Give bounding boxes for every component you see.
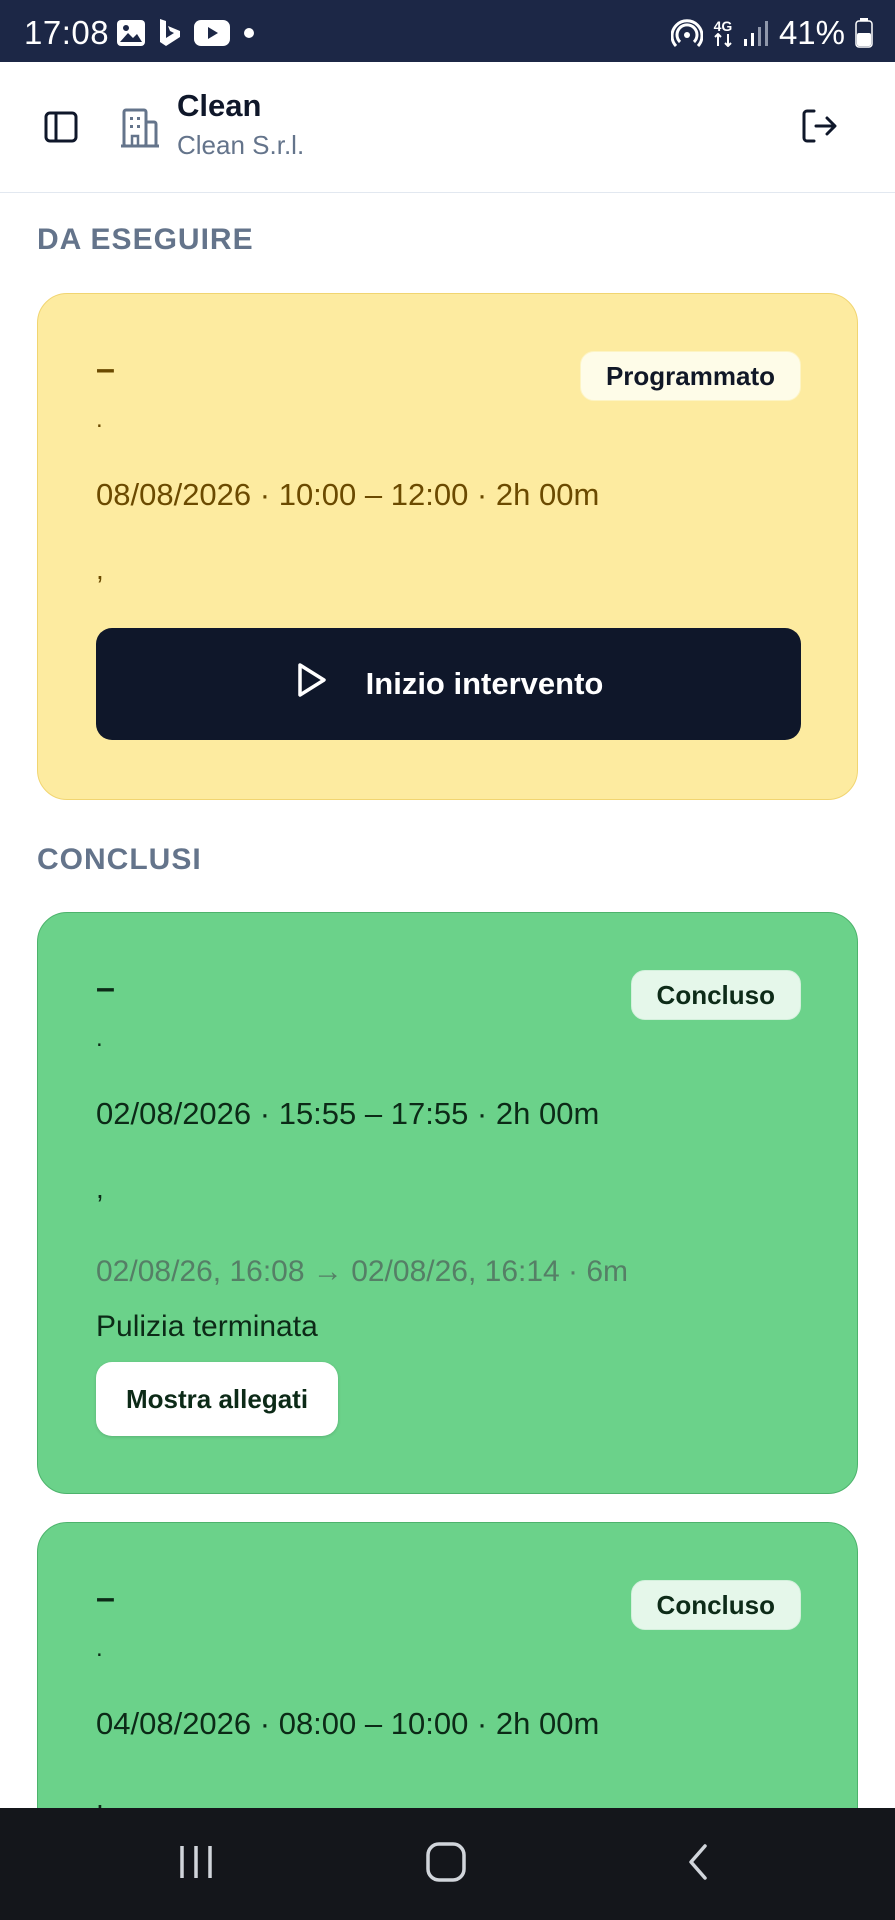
signal-icon: [743, 19, 769, 47]
execution-range: 02/08/26, 16:08 → 02/08/26, 16:14 · 6m: [96, 1255, 629, 1288]
system-nav-bar: [0, 1808, 895, 1920]
intervention-schedule: 08/08/2026 · 10:00 – 12:00 · 2h 00m: [96, 477, 600, 512]
building-icon: [118, 106, 162, 150]
section-title-done: CONCLUSI: [37, 843, 202, 876]
dot-icon: [242, 26, 256, 45]
intervention-title: –: [96, 969, 115, 1007]
intervention-location: ,: [96, 1173, 104, 1204]
start-intervention-button[interactable]: Inizio intervento: [96, 628, 801, 740]
play-icon: [294, 661, 328, 707]
battery-percent: 41%: [778, 14, 845, 51]
status-bar: 17:08 4G 41%: [0, 0, 895, 62]
intervention-subtitle: .: [96, 1025, 103, 1052]
sidebar-toggle-icon: [43, 109, 79, 150]
recents-button[interactable]: [166, 1836, 226, 1892]
hotspot-icon: [670, 18, 703, 48]
show-attachments-button[interactable]: Mostra allegati: [96, 1362, 339, 1436]
org-name: Clean: [177, 88, 262, 123]
sidebar-toggle-button[interactable]: [38, 106, 84, 152]
intervention-card[interactable]: – Programmato . 08/08/2026 · 10:00 – 12:…: [37, 293, 858, 800]
back-button[interactable]: [668, 1836, 728, 1892]
status-badge: Concluso: [630, 1580, 801, 1630]
status-time: 17:08: [24, 14, 110, 51]
youtube-icon: [194, 20, 230, 51]
org-subtitle: Clean S.r.l.: [177, 130, 305, 160]
intervention-title: –: [96, 1579, 115, 1617]
battery-icon: [855, 18, 873, 48]
network-4g-icon: 4G: [713, 19, 733, 47]
app-header: Clean Clean S.r.l.: [0, 62, 895, 193]
intervention-subtitle: .: [96, 406, 103, 433]
logout-icon: [799, 106, 839, 151]
gallery-icon: [116, 19, 146, 52]
home-icon: [425, 1841, 467, 1888]
status-system-icons: 4G 41%: [670, 14, 873, 52]
start-intervention-label: Inizio intervento: [365, 666, 604, 701]
intervention-card[interactable]: – Concluso . 02/08/2026 · 15:55 – 17:55 …: [37, 912, 858, 1494]
bing-icon: [158, 18, 182, 53]
intervention-title: –: [96, 350, 115, 388]
intervention-subtitle: .: [96, 1635, 103, 1662]
status-notification-icons: [116, 18, 256, 53]
intervention-card[interactable]: – Concluso . 04/08/2026 · 08:00 – 10:00 …: [37, 1522, 858, 1852]
home-button[interactable]: [416, 1836, 476, 1892]
status-badge: Concluso: [630, 970, 801, 1020]
back-icon: [681, 1842, 715, 1887]
status-badge: Programmato: [579, 351, 801, 401]
intervention-schedule: 04/08/2026 · 08:00 – 10:00 · 2h 00m: [96, 1706, 600, 1741]
section-title-todo: DA ESEGUIRE: [37, 223, 254, 256]
intervention-location: ,: [96, 554, 104, 585]
recents-icon: [176, 1842, 216, 1887]
intervention-schedule: 02/08/2026 · 15:55 – 17:55 · 2h 00m: [96, 1096, 600, 1131]
logout-button[interactable]: [795, 104, 843, 152]
intervention-note: Pulizia terminata: [96, 1310, 318, 1343]
